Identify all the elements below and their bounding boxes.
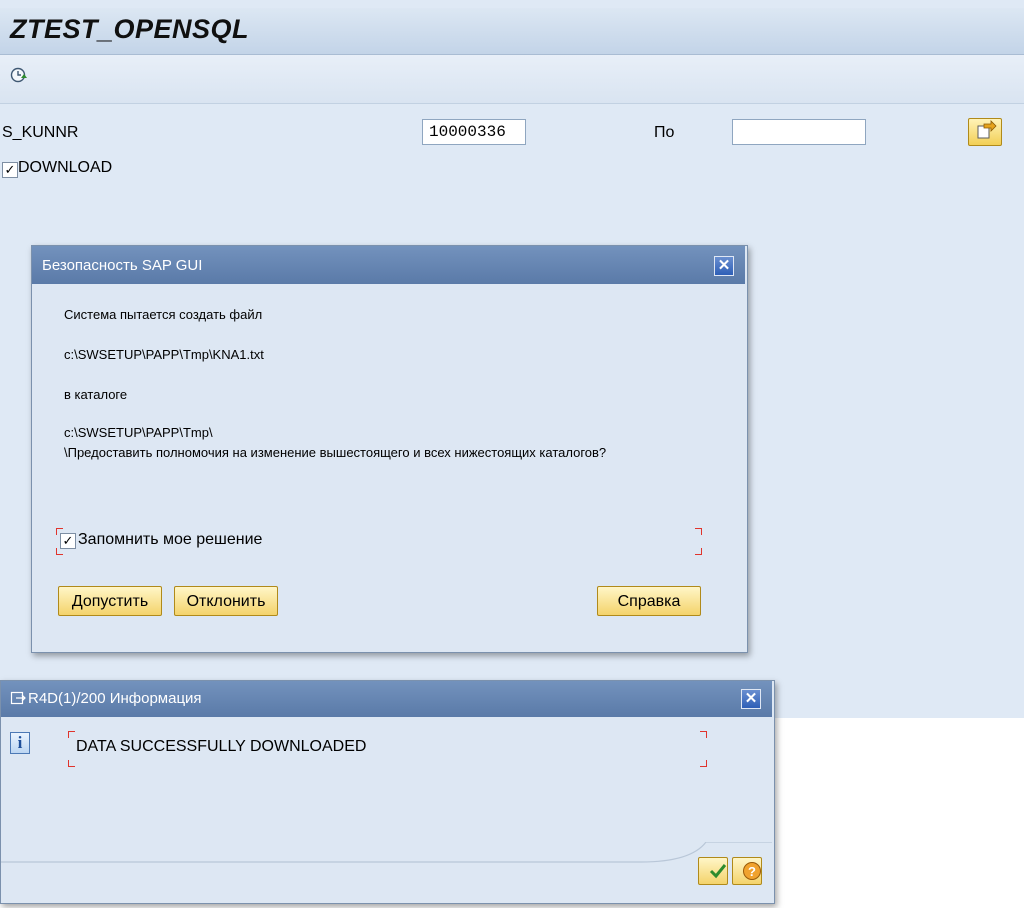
dialog-footer-curve — [1, 841, 772, 901]
confirm-button[interactable] — [698, 857, 728, 885]
checkmark-icon — [709, 864, 727, 879]
multiple-selection-button[interactable] — [968, 118, 1002, 146]
focus-corner — [700, 731, 707, 738]
execute-clock-icon[interactable] — [10, 66, 28, 84]
dialog-file-path: c:\SWSETUP\PAPP\Tmp\KNA1.txt — [64, 347, 264, 362]
program-title: ZTEST_OPENSQL — [10, 14, 250, 44]
focus-corner — [695, 528, 702, 535]
skunnr-label: S_KUNNR — [2, 124, 79, 141]
info-dialog-title: R4D(1)/200 Информация — [28, 690, 202, 707]
security-dialog-title: Безопасность SAP GUI — [42, 257, 203, 274]
dialog-message-line: в каталоге — [64, 387, 128, 402]
download-label: DOWNLOAD — [18, 159, 113, 176]
focus-corner — [700, 760, 707, 767]
info-icon: i — [10, 732, 30, 754]
skunnr-from-input[interactable] — [422, 119, 526, 145]
question-icon: ? — [743, 862, 761, 880]
to-label: По — [654, 124, 675, 141]
dialog-message-line: Система пытается создать файл — [64, 307, 263, 322]
help-icon-button[interactable]: ? — [732, 857, 762, 885]
window-icon — [10, 690, 26, 706]
focus-corner — [56, 548, 63, 555]
dialog-directory-path: c:\SWSETUP\PAPP\Tmp\ — [64, 425, 213, 440]
remember-decision-checkbox[interactable]: ✓ — [60, 533, 76, 549]
focus-corner — [695, 548, 702, 555]
close-icon[interactable]: ✕ — [741, 689, 761, 709]
focus-corner — [68, 731, 75, 738]
multiple-selection-icon — [977, 120, 997, 139]
close-icon[interactable]: ✕ — [714, 256, 734, 276]
help-button[interactable]: Справка — [597, 586, 701, 616]
deny-button[interactable]: Отклонить — [174, 586, 278, 616]
focus-corner — [68, 760, 75, 767]
dialog-question: \Предоставить полномочия на изменение вы… — [64, 445, 607, 460]
allow-button[interactable]: Допустить — [58, 586, 162, 616]
application-toolbar — [0, 55, 1024, 104]
info-message: DATA SUCCESSFULLY DOWNLOADED — [76, 738, 367, 755]
remember-decision-label[interactable]: Запомнить мое решение — [78, 531, 262, 549]
download-checkbox[interactable]: ✓ — [2, 162, 18, 178]
skunnr-to-input[interactable] — [732, 119, 866, 145]
svg-text:?: ? — [748, 864, 756, 879]
